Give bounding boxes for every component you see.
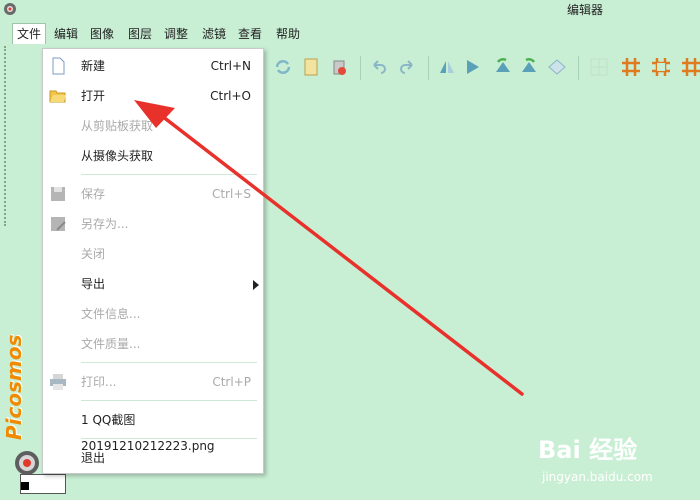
- menu-item-label: 文件质量...: [81, 337, 141, 351]
- watermark-url: jingyan.baidu.com: [542, 470, 653, 484]
- menu-item-label: 关闭: [81, 247, 106, 261]
- menu-separator: [81, 438, 257, 439]
- menu-image[interactable]: 图像: [86, 24, 118, 44]
- redo-icon[interactable]: [396, 56, 418, 78]
- menu-item-label: 导出: [81, 277, 106, 291]
- new-file-icon: [52, 57, 65, 75]
- menu-item-recent-file[interactable]: 1 QQ截图20191210212223.png: [43, 407, 263, 453]
- menu-item-from-clipboard[interactable]: 从剪贴板获取: [43, 113, 263, 139]
- menu-item-export[interactable]: 导出: [43, 271, 263, 297]
- window-title: 编辑器: [566, 3, 603, 17]
- menu-item-label: 打开: [81, 89, 106, 103]
- hash-grid-alt-icon[interactable]: [680, 56, 700, 78]
- transform-icon[interactable]: [546, 56, 568, 78]
- menu-layer[interactable]: 图层: [124, 24, 156, 44]
- flip-horizontal-icon[interactable]: [436, 56, 458, 78]
- menu-file[interactable]: 文件: [12, 23, 47, 44]
- crop-grid-icon[interactable]: [650, 56, 672, 78]
- delete-icon[interactable]: [328, 56, 350, 78]
- menu-bar: 文件 编辑 图像 图层 调整 滤镜 查看 帮助: [0, 22, 700, 46]
- flip-vertical-icon[interactable]: [462, 56, 484, 78]
- print-icon: [50, 374, 66, 390]
- save-icon: [51, 187, 65, 201]
- menu-item-label: 从摄像头获取: [81, 149, 154, 163]
- foreground-color-swatch[interactable]: [21, 482, 29, 490]
- menu-item-shortcut: Ctrl+N: [210, 59, 251, 73]
- menu-item-label: 打印...: [81, 375, 117, 389]
- file-menu-dropdown: 新建 Ctrl+N 打开 Ctrl+O 从剪贴板获取 从摄像头获取 保存 Ctr…: [42, 48, 264, 474]
- undo-icon[interactable]: [368, 56, 390, 78]
- menu-item-shortcut: Ctrl+O: [210, 89, 251, 103]
- save-as-icon: [51, 217, 66, 231]
- menu-item-shortcut: Ctrl+S: [211, 187, 251, 201]
- menu-item-shortcut: Ctrl+P: [212, 375, 251, 389]
- drag-handle[interactable]: [4, 46, 8, 226]
- menu-filter[interactable]: 滤镜: [198, 24, 230, 44]
- toolbar-separator: [360, 56, 361, 80]
- watermark-text: Bai 经验: [538, 436, 638, 464]
- menu-adjust[interactable]: 调整: [160, 24, 192, 44]
- menu-item-save-as[interactable]: 另存为...: [43, 211, 263, 237]
- menu-separator: [81, 174, 257, 175]
- menu-separator: [81, 362, 257, 363]
- menu-item-from-camera[interactable]: 从摄像头获取: [43, 143, 263, 169]
- menu-item-new[interactable]: 新建 Ctrl+N: [43, 53, 263, 79]
- title-bar: 编辑器: [0, 0, 700, 20]
- menu-item-exit[interactable]: 退出: [43, 445, 263, 471]
- menu-help[interactable]: 帮助: [272, 24, 304, 44]
- open-folder-icon: [49, 90, 66, 103]
- submenu-arrow-icon: [253, 280, 259, 290]
- toolbar-separator: [428, 56, 429, 80]
- menu-item-print[interactable]: 打印... Ctrl+P: [43, 369, 263, 395]
- menu-item-file-quality[interactable]: 文件质量...: [43, 331, 263, 357]
- watermark: Bai 经验 jingyan.baidu.com: [538, 430, 698, 492]
- menu-item-label: 文件信息...: [81, 307, 141, 321]
- toolbar: [264, 52, 700, 84]
- menu-item-label: 保存: [81, 187, 106, 201]
- document-icon[interactable]: [300, 56, 322, 78]
- menu-view[interactable]: 查看: [234, 24, 266, 44]
- menu-item-label: 新建: [81, 59, 106, 73]
- toolbar-separator: [578, 56, 579, 80]
- menu-item-open[interactable]: 打开 Ctrl+O: [43, 83, 263, 109]
- refresh-icon[interactable]: [272, 56, 294, 78]
- hash-grid-icon[interactable]: [620, 56, 642, 78]
- rotate-left-icon[interactable]: [492, 56, 514, 78]
- grid-icon[interactable]: [588, 56, 610, 78]
- menu-item-label: 从剪贴板获取: [81, 119, 154, 133]
- menu-separator: [81, 400, 257, 401]
- menu-item-file-info[interactable]: 文件信息...: [43, 301, 263, 327]
- menu-edit[interactable]: 编辑: [50, 24, 82, 44]
- rotate-right-icon[interactable]: [518, 56, 540, 78]
- menu-item-label: 退出: [81, 451, 106, 465]
- menu-item-save[interactable]: 保存 Ctrl+S: [43, 181, 263, 207]
- menu-item-close[interactable]: 关闭: [43, 241, 263, 267]
- brand-label: Picosmos: [2, 334, 26, 441]
- menu-item-label: 另存为...: [81, 217, 129, 231]
